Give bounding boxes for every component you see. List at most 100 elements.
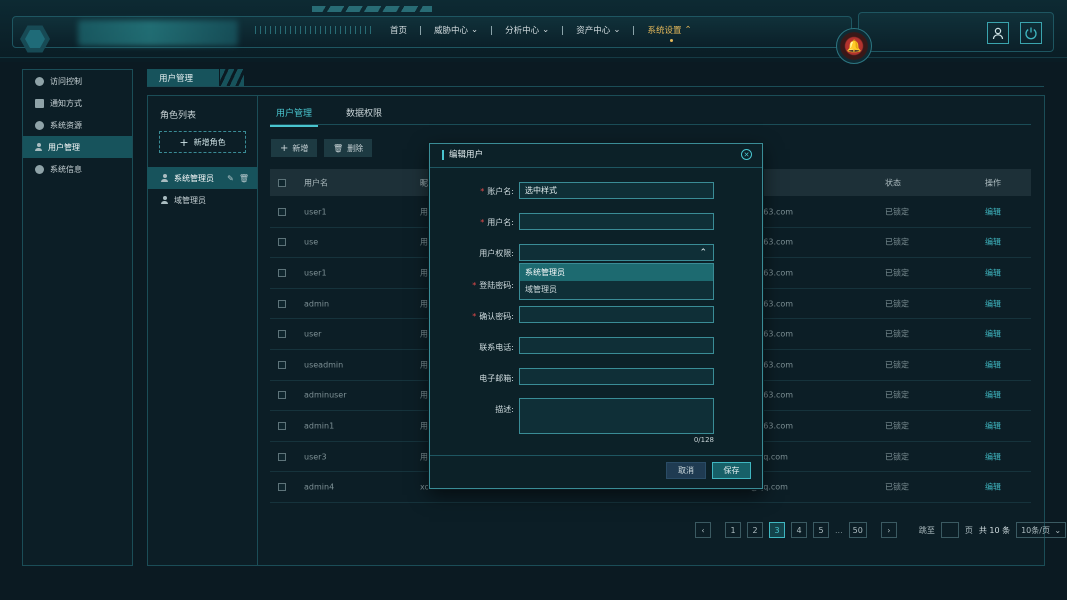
active-indicator [669, 39, 673, 42]
edit-link[interactable]: 编辑 [985, 206, 1001, 217]
role-item-domainadmin[interactable]: 域管理员 [147, 189, 257, 211]
sidebar-item-label: 访问控制 [50, 76, 82, 86]
sidebar-item-notify[interactable]: 通知方式 [23, 92, 132, 114]
confirm-password-label: * 确认密码: [432, 311, 514, 322]
select-all-checkbox[interactable] [278, 178, 286, 187]
sidebar-item-label: 系统信息 [50, 164, 82, 174]
username-field[interactable] [519, 213, 714, 230]
trash-icon[interactable]: 🗑 [239, 174, 249, 183]
sidebar-item-resources[interactable]: 系统资源 [23, 114, 132, 136]
account-label-text: 账户名: [487, 187, 514, 196]
user-profile-icon[interactable] [987, 22, 1009, 44]
edit-link[interactable]: 编辑 [985, 329, 1001, 340]
page-ellipsis: ... [835, 525, 843, 535]
nav-system-settings[interactable]: 系统设置 ⌃ [647, 24, 692, 42]
edit-link[interactable]: 编辑 [985, 482, 1001, 493]
user-icon [161, 174, 168, 182]
password-label-text: 登陆密码: [479, 281, 514, 290]
power-icon[interactable] [1020, 22, 1042, 44]
nav-home[interactable]: 首页 [390, 24, 407, 36]
column-header: 操作 [985, 178, 1001, 187]
sidebar: 访问控制 通知方式 系统资源 用户管理 系统信息 [22, 69, 133, 566]
close-icon[interactable]: ✕ [741, 149, 752, 160]
edit-link[interactable]: 编辑 [985, 420, 1001, 431]
page-button[interactable]: 5 [813, 522, 829, 538]
sidebar-item-label: 用户管理 [48, 142, 80, 152]
row-checkbox[interactable] [278, 268, 286, 277]
edit-link[interactable]: 编辑 [985, 298, 1001, 309]
row-checkbox[interactable] [278, 238, 286, 247]
sidebar-item-users[interactable]: 用户管理 [23, 136, 132, 158]
product-logo [78, 20, 238, 46]
pie-icon [35, 120, 44, 130]
nav-separator [420, 25, 422, 35]
edit-link[interactable]: 编辑 [985, 390, 1001, 401]
account-field[interactable]: 选中样式 [519, 182, 714, 199]
jump-label: 跳至 [918, 525, 935, 535]
page-button[interactable]: 4 [791, 522, 807, 538]
page-size-select[interactable]: 10条/页 ⌄ [1016, 522, 1067, 538]
cell-nickname: 用 [420, 268, 428, 278]
cancel-button[interactable]: 取消 [666, 462, 706, 479]
edit-pencil-icon[interactable]: ✎ [227, 174, 234, 183]
row-checkbox[interactable] [278, 299, 286, 308]
nav-analysis-center[interactable]: 分析中心 ⌄ [505, 24, 549, 36]
required-mark: * [480, 218, 485, 227]
page-button[interactable]: 50 [848, 522, 867, 538]
email-field[interactable] [519, 368, 714, 385]
decor-stripes [220, 69, 244, 87]
cell-username: use [304, 237, 319, 247]
confirm-password-field[interactable] [519, 306, 714, 323]
cell-status: 已锁定 [885, 360, 909, 370]
cell-status: 已锁定 [885, 452, 909, 462]
edit-link[interactable]: 编辑 [985, 267, 1001, 278]
add-button[interactable]: + 新增 [271, 139, 318, 157]
phone-label-text: 联系电话: [479, 343, 514, 352]
row-checkbox[interactable] [278, 330, 286, 339]
delete-button[interactable]: 🗑 删除 [324, 139, 373, 157]
sidebar-item-system-info[interactable]: 系统信息 [23, 158, 132, 180]
row-checkbox[interactable] [278, 421, 286, 430]
save-button[interactable]: 保存 [712, 462, 751, 479]
add-role-button[interactable]: + 新增角色 [159, 131, 246, 153]
sidebar-item-access-control[interactable]: 访问控制 [23, 70, 132, 92]
cell-nickname: 用 [420, 452, 428, 462]
role-item-sysadmin[interactable]: 系统管理员 ✎ 🗑 [147, 167, 257, 189]
nav-label: 系统设置 [647, 26, 682, 36]
edit-link[interactable]: 编辑 [985, 359, 1001, 370]
page-button[interactable]: 1 [725, 522, 741, 538]
nav-threat-center[interactable]: 威胁中心 ⌄ [434, 24, 478, 36]
phone-label: 联系电话: [432, 342, 514, 353]
page-button[interactable]: 2 [747, 522, 763, 538]
edit-link[interactable]: 编辑 [985, 451, 1001, 462]
cell-status: 已锁定 [885, 237, 909, 247]
dropdown-option-domainadmin[interactable]: 域管理员 [520, 281, 713, 298]
permission-select[interactable]: ⌃ [519, 244, 714, 261]
description-textarea[interactable] [519, 398, 714, 434]
row-checkbox[interactable] [278, 207, 286, 216]
edit-link[interactable]: 编辑 [985, 237, 1001, 248]
cell-status: 已锁定 [885, 390, 909, 400]
row-checkbox[interactable] [278, 483, 286, 492]
nav-separator [491, 25, 493, 35]
next-page-button[interactable]: › [880, 522, 897, 538]
dialog-divider [430, 167, 762, 168]
dropdown-option-sysadmin[interactable]: 系统管理员 [520, 264, 713, 281]
row-checkbox[interactable] [278, 452, 286, 461]
row-checkbox[interactable] [278, 391, 286, 400]
cell-status: 已锁定 [885, 299, 909, 309]
page-button-current[interactable]: 3 [769, 522, 785, 538]
nav-label: 首页 [390, 26, 408, 36]
nav-asset-center[interactable]: 资产中心 ⌄ [576, 24, 620, 36]
required-mark: * [472, 281, 477, 290]
page-unit-label: 页 [964, 525, 973, 535]
tabs-divider [270, 124, 1031, 125]
row-checkbox[interactable] [278, 360, 286, 369]
message-icon [35, 98, 44, 108]
cell-username: admin [304, 299, 330, 309]
prev-page-button[interactable]: ‹ [695, 522, 711, 538]
phone-field[interactable] [519, 337, 714, 354]
jump-page-input[interactable] [940, 522, 959, 538]
alarm-bell-icon[interactable]: 🔔 [836, 28, 872, 64]
role-list-title: 角色列表 [160, 111, 197, 121]
